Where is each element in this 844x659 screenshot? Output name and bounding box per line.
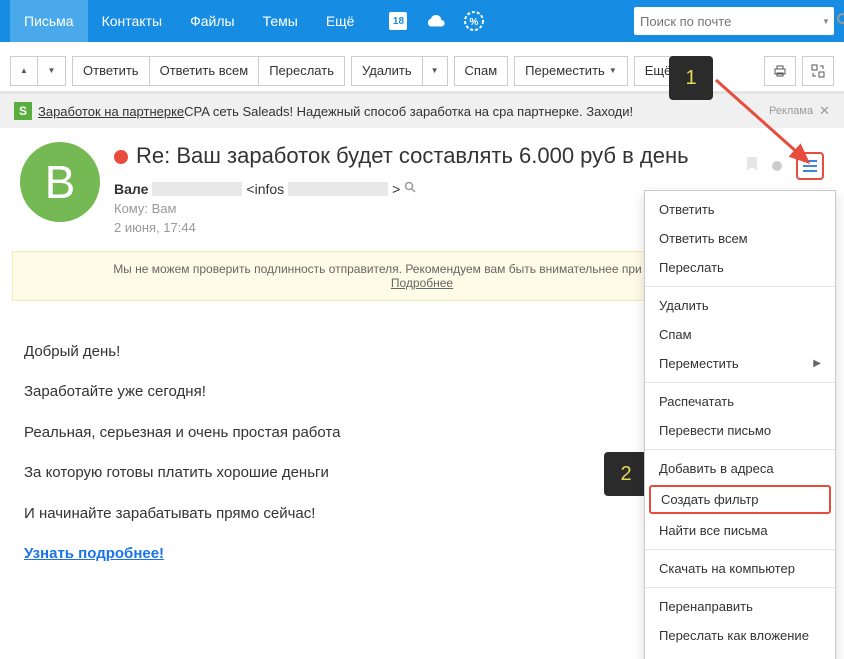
forward-button[interactable]: Переслать bbox=[259, 56, 345, 86]
calendar-icon[interactable]: 18 bbox=[388, 11, 408, 31]
menu-download[interactable]: Скачать на компьютер bbox=[645, 554, 835, 583]
body-link[interactable]: Узнать подробнее! bbox=[24, 545, 164, 562]
menu-separator bbox=[645, 449, 835, 450]
reply-all-button[interactable]: Ответить всем bbox=[150, 56, 260, 86]
search-icon[interactable] bbox=[836, 12, 844, 31]
menu-create-filter[interactable]: Создать фильтр bbox=[649, 485, 831, 514]
prev-button[interactable]: ▲ bbox=[10, 56, 38, 86]
menu-separator bbox=[645, 382, 835, 383]
warning-text: Мы не можем проверить подлинность отправ… bbox=[113, 262, 731, 276]
view-toggle-button[interactable] bbox=[802, 56, 834, 86]
sender-email-prefix: <infos bbox=[246, 181, 284, 197]
menu-translate[interactable]: Перевести письмо bbox=[645, 416, 835, 445]
delete-button[interactable]: Удалить bbox=[351, 56, 423, 86]
ad-text: CPA сеть Saleads! Надежный способ зарабо… bbox=[184, 104, 633, 119]
menu-print[interactable]: Распечатать bbox=[645, 387, 835, 416]
search-box[interactable]: ▼ bbox=[634, 7, 834, 35]
message-context-menu: Ответить Ответить всем Переслать Удалить… bbox=[644, 190, 836, 659]
menu-separator bbox=[645, 549, 835, 550]
delete-dropdown[interactable]: ▼ bbox=[423, 56, 448, 86]
spam-button[interactable]: Спам bbox=[454, 56, 509, 86]
menu-redirect[interactable]: Перенаправить bbox=[645, 592, 835, 621]
discount-icon[interactable]: % bbox=[464, 11, 484, 31]
search-dropdown-icon[interactable]: ▼ bbox=[822, 17, 830, 26]
next-button[interactable]: ▼ bbox=[38, 56, 66, 86]
menu-add-contact[interactable]: Добавить в адреса bbox=[645, 454, 835, 483]
subject: Re: Ваш заработок будет составлять 6.000… bbox=[136, 142, 689, 171]
menu-find-all[interactable]: Найти все письма bbox=[645, 516, 835, 545]
redacted bbox=[152, 182, 242, 196]
ad-link[interactable]: Заработок на партнерке bbox=[38, 104, 184, 119]
menu-headers[interactable]: Служебные заголовки bbox=[645, 650, 835, 659]
search-input[interactable] bbox=[640, 14, 816, 29]
move-button[interactable]: Переместить ▼ bbox=[514, 56, 628, 86]
annotation-2: 2 bbox=[604, 452, 648, 496]
cloud-icon[interactable] bbox=[426, 11, 446, 31]
nav-tab-files[interactable]: Файлы bbox=[176, 0, 248, 42]
nav-tab-mail[interactable]: Письма bbox=[10, 0, 88, 42]
nav-tab-contacts[interactable]: Контакты bbox=[88, 0, 176, 42]
menu-delete[interactable]: Удалить bbox=[645, 291, 835, 320]
toolbar: ▲ ▼ Ответить Ответить всем Переслать Уда… bbox=[0, 42, 844, 94]
menu-spam[interactable]: Спам bbox=[645, 320, 835, 349]
sender-search-icon[interactable] bbox=[404, 181, 416, 196]
menu-forward-attach[interactable]: Переслать как вложение bbox=[645, 621, 835, 650]
ad-bar: S Заработок на партнерке CPA сеть Salead… bbox=[0, 94, 844, 128]
annotation-1: 1 bbox=[669, 56, 713, 100]
menu-reply[interactable]: Ответить bbox=[645, 195, 835, 224]
ad-close-icon[interactable]: ✕ bbox=[819, 103, 830, 119]
redacted bbox=[288, 182, 388, 196]
menu-separator bbox=[645, 587, 835, 588]
print-button[interactable] bbox=[764, 56, 796, 86]
flag-icon[interactable] bbox=[772, 161, 782, 171]
nav-tab-more[interactable]: Ещё bbox=[312, 0, 369, 42]
avatar: В bbox=[20, 142, 100, 222]
top-nav: Письма Контакты Файлы Темы Ещё 18 % ▼ bbox=[0, 0, 844, 42]
menu-reply-all[interactable]: Ответить всем bbox=[645, 224, 835, 253]
menu-forward[interactable]: Переслать bbox=[645, 253, 835, 282]
ad-label: Реклама bbox=[769, 105, 813, 117]
bookmark-icon[interactable] bbox=[746, 156, 758, 177]
svg-text:%: % bbox=[470, 17, 479, 28]
ad-badge-icon: S bbox=[14, 102, 32, 120]
menu-move[interactable]: Переместить▶ bbox=[645, 349, 835, 378]
nav-tab-themes[interactable]: Темы bbox=[249, 0, 312, 42]
menu-separator bbox=[645, 286, 835, 287]
unread-dot-icon bbox=[114, 150, 128, 164]
reply-button[interactable]: Ответить bbox=[72, 56, 150, 86]
message-menu-button[interactable] bbox=[796, 152, 824, 180]
warning-more-link[interactable]: Подробнее bbox=[391, 276, 453, 290]
sender-name: Вале bbox=[114, 181, 148, 197]
